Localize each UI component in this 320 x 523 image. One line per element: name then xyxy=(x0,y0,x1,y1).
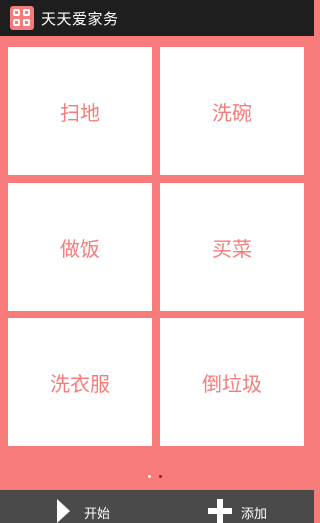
start-label: 开始 xyxy=(84,507,111,522)
plus-icon xyxy=(208,499,232,523)
page-indicator xyxy=(0,473,314,481)
app-title: 天天爱家务 xyxy=(41,9,119,28)
page-dot-active xyxy=(148,475,151,478)
chore-tile-buy-groceries[interactable]: 买菜 xyxy=(160,183,304,311)
chore-tile-wash-dishes[interactable]: 洗碗 xyxy=(160,47,304,175)
page-dot xyxy=(159,475,162,478)
add-button[interactable]: 添加 xyxy=(157,490,314,523)
chore-tile-take-out-trash[interactable]: 倒垃圾 xyxy=(160,318,304,446)
chore-tile-sweep[interactable]: 扫地 xyxy=(8,47,152,175)
chore-tile-cook[interactable]: 做饭 xyxy=(8,183,152,311)
chore-tile-laundry[interactable]: 洗衣服 xyxy=(8,318,152,446)
play-icon xyxy=(57,499,70,523)
app-grid-icon xyxy=(10,6,34,30)
chore-grid: 扫地 洗碗 做饭 买菜 洗衣服 倒垃圾 xyxy=(8,47,305,447)
title-bar: 天天爱家务 xyxy=(0,0,314,36)
bottom-toolbar: 开始 添加 xyxy=(0,490,314,523)
start-button[interactable]: 开始 xyxy=(0,490,157,523)
add-label: 添加 xyxy=(241,507,268,522)
